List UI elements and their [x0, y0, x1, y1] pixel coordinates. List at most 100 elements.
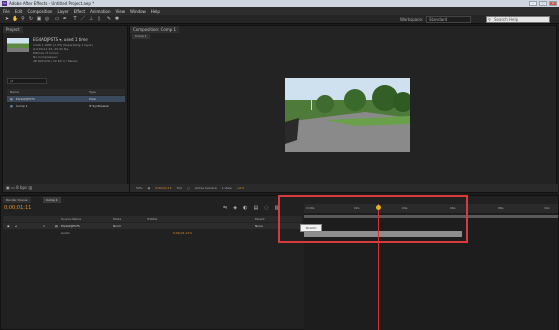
timeline-sublayer-row: Audio 0;00;01;11%: [3, 230, 302, 236]
tab-composition[interactable]: Composition: Comp 1: [130, 26, 180, 33]
minimize-button[interactable]: –: [529, 1, 537, 6]
timeline-layer-row[interactable]: ◉ ◂ 1 ▤ EG4ADJPSTS Norm None: [3, 223, 302, 229]
stretch-value[interactable]: 0;00;01;11%: [173, 230, 192, 236]
menu-animation[interactable]: Animation: [90, 9, 110, 14]
camera-snapshot-icon[interactable]: ◉: [148, 186, 151, 190]
project-row-footage[interactable]: ▤ EG4ADJPSTS Pixel: [7, 96, 125, 102]
clone-stamp-tool-icon[interactable]: ⊥: [88, 17, 94, 22]
project-row-type: Pixel: [89, 97, 96, 101]
footage-icon: ▤: [55, 224, 58, 228]
layer-index: 1: [43, 224, 45, 228]
type-tool-icon[interactable]: T: [72, 17, 78, 22]
selection-tool-icon[interactable]: ➤: [4, 17, 10, 22]
menu-file[interactable]: File: [3, 9, 10, 14]
column-trkmat[interactable]: TrkMat: [147, 216, 157, 222]
ruler-tick: 10s: [544, 206, 550, 210]
pan-behind-tool-icon[interactable]: ◎: [44, 17, 50, 22]
trash-icon[interactable]: ▥: [29, 185, 33, 190]
draft-3d-icon[interactable]: ◈: [233, 205, 237, 211]
menu-layer[interactable]: Layer: [57, 9, 68, 14]
column-source-name[interactable]: Source Name: [61, 216, 81, 222]
current-time[interactable]: 0;00;01;11: [155, 186, 171, 190]
audio-speaker-icon[interactable]: ◂: [15, 223, 17, 229]
title-bar: Ae Adobe After Effects - Untitled Projec…: [0, 0, 559, 7]
timeline-switches: ⇋ ◈ ◐ ▤ ◌ ▥: [223, 205, 279, 211]
search-help-placeholder: Search Help: [494, 17, 519, 22]
column-mode[interactable]: Mode: [113, 216, 121, 222]
tab-comp-1[interactable]: Comp 1: [43, 197, 61, 203]
sublayer-name: Audio: [61, 231, 70, 235]
column-type[interactable]: Type: [89, 89, 96, 95]
layer-column-headers: Source Name Mode TrkMat Parent: [3, 216, 302, 222]
exposure-value[interactable]: +0.0: [237, 186, 244, 190]
comp-footer-bar: 50% ◉ 0;00;01;11 Full ▢ Active Camera 1 …: [130, 184, 558, 192]
composition-panel: Composition: Comp 1 Comp 1 50% ◉ 0;00;01…: [129, 25, 558, 193]
shy-layers-icon[interactable]: ◐: [243, 205, 247, 211]
layer-mode[interactable]: Norm: [113, 223, 121, 229]
footage-icon: ▤: [10, 97, 13, 101]
project-panel: Project EG4ADJPSTS ▾, used 1 time 1440 x…: [2, 25, 129, 193]
menu-composition[interactable]: Composition: [27, 9, 52, 14]
search-icon: ⚲: [488, 17, 491, 22]
maximize-button[interactable]: □: [539, 1, 547, 6]
close-button[interactable]: ×: [549, 1, 557, 6]
pen-tool-icon[interactable]: ✒: [62, 17, 68, 22]
menu-window[interactable]: Window: [130, 9, 146, 14]
layer-name[interactable]: EG4ADJPSTS: [61, 223, 80, 229]
interpret-footage-icon[interactable]: ▣: [6, 185, 10, 190]
frame-blending-icon[interactable]: ▤: [253, 205, 258, 211]
after-effects-icon: Ae: [2, 1, 7, 6]
tab-project[interactable]: Project: [3, 26, 23, 33]
rotate-tool-icon[interactable]: ↻: [28, 17, 34, 22]
menu-help[interactable]: Help: [151, 9, 160, 14]
menu-bar: File Edit Composition Layer Effect Anima…: [0, 7, 559, 15]
project-footer: ▣ ▭ 8 bpc ▥: [3, 184, 129, 192]
hand-tool-icon[interactable]: ✋: [12, 17, 18, 22]
project-row-name: EG4ADJPSTS: [16, 97, 35, 101]
footage-thumbnail: [7, 38, 29, 52]
column-parent[interactable]: Parent: [255, 216, 265, 222]
project-row-name: Comp 1: [16, 104, 28, 108]
window-controls: – □ ×: [529, 1, 557, 6]
camera-tool-icon[interactable]: ▣: [36, 17, 42, 22]
menu-effect[interactable]: Effect: [74, 9, 86, 14]
brush-tool-icon[interactable]: ／: [80, 17, 86, 22]
ruler-tick: 08s: [498, 206, 504, 210]
comp-viewer-footage[interactable]: [285, 78, 410, 152]
zoom-tool-icon[interactable]: ⚲: [20, 17, 26, 22]
comp-mini-flowchart-icon[interactable]: ⇋: [223, 205, 227, 211]
region-of-interest-icon[interactable]: ▢: [187, 186, 190, 190]
roto-brush-tool-icon[interactable]: ✎: [106, 17, 112, 22]
window-title: Adobe After Effects - Untitled Project.a…: [9, 1, 95, 6]
project-row-type: Ψ Synthesize: [89, 104, 109, 108]
timeline-timecode[interactable]: 0;00;01;11: [4, 205, 31, 211]
tab-render-queue[interactable]: Render Queue: [3, 197, 31, 203]
menu-edit[interactable]: Edit: [15, 9, 23, 14]
resolution-select[interactable]: Full: [177, 186, 182, 190]
project-item-name: EG4ADJPSTS ▾, used 1 time: [33, 37, 88, 42]
road-scene-image: [285, 78, 410, 152]
project-row-comp[interactable]: ▦ Comp 1 Ψ Synthesize: [7, 103, 125, 109]
rectangle-tool-icon[interactable]: ▭: [54, 17, 60, 22]
new-folder-icon[interactable]: ▭: [11, 185, 15, 190]
comp-sub-tab[interactable]: Comp 1: [132, 34, 150, 39]
workspace-label: Workspace:: [400, 17, 424, 22]
info-audio: 48.000 kHz / 32 bit U / Stereo: [33, 59, 78, 63]
menu-view[interactable]: View: [116, 9, 126, 14]
project-column-headers: Name Type: [7, 89, 125, 95]
search-help-field[interactable]: ⚲ Search Help: [486, 16, 550, 23]
view-layout-select[interactable]: 1 View: [222, 186, 232, 190]
project-search-input[interactable]: ρ▾: [7, 78, 47, 84]
puppet-tool-icon[interactable]: ✱: [114, 17, 120, 22]
eraser-tool-icon[interactable]: ◊: [96, 17, 102, 22]
active-camera-select[interactable]: Active Camera: [195, 186, 217, 190]
zoom-select[interactable]: 50%: [136, 186, 143, 190]
visibility-eye-icon[interactable]: ◉: [7, 223, 10, 229]
layer-parent[interactable]: None: [255, 223, 263, 229]
annotation-highlight-box: [278, 195, 468, 243]
workspace-select[interactable]: Standard: [426, 16, 471, 23]
motion-blur-icon[interactable]: ◌: [264, 205, 268, 211]
column-name[interactable]: Name: [10, 89, 19, 95]
composition-icon: ▦: [10, 104, 13, 108]
bit-depth[interactable]: 8 bpc: [16, 185, 27, 190]
